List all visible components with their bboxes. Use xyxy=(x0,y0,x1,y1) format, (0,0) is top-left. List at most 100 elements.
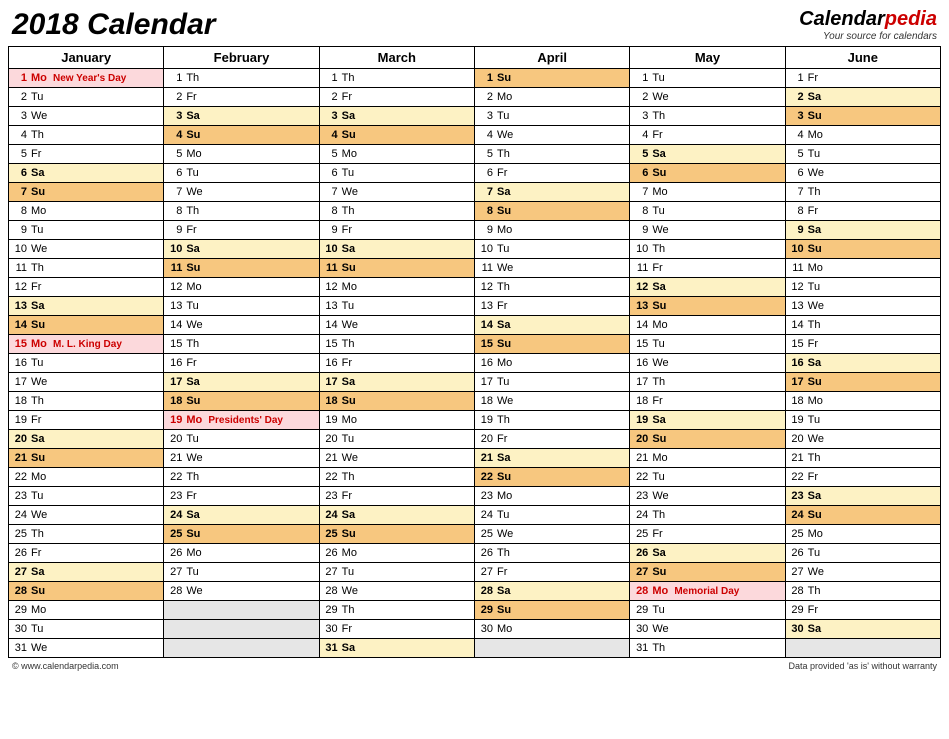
day-dow: Th xyxy=(31,395,53,407)
holiday-label: Presidents' Day xyxy=(208,415,314,426)
day-dow: Fr xyxy=(497,566,519,578)
day-dow: Fr xyxy=(342,490,364,502)
day-cell: 29Tu xyxy=(630,601,785,620)
day-dow: Tu xyxy=(652,338,674,350)
day-dow: Mo xyxy=(186,281,208,293)
day-number: 16 xyxy=(168,357,186,369)
day-dow: Th xyxy=(497,547,519,559)
day-cell: 25Su xyxy=(319,525,474,544)
day-number: 12 xyxy=(634,281,652,293)
day-dow: Fr xyxy=(186,357,208,369)
day-number: 25 xyxy=(13,528,31,540)
day-cell: 10Sa xyxy=(319,240,474,259)
day-number: 9 xyxy=(168,224,186,236)
day-number: 30 xyxy=(634,623,652,635)
day-dow: Sa xyxy=(31,433,53,445)
day-cell: 26Tu xyxy=(785,544,940,563)
day-dow: Fr xyxy=(31,281,53,293)
day-dow: Su xyxy=(31,452,53,464)
day-number: 16 xyxy=(790,357,808,369)
day-number: 15 xyxy=(168,338,186,350)
day-number: 11 xyxy=(790,262,808,274)
day-dow: Mo xyxy=(342,547,364,559)
day-number: 5 xyxy=(479,148,497,160)
day-dow: Sa xyxy=(652,414,674,426)
day-number: 6 xyxy=(324,167,342,179)
day-number: 6 xyxy=(790,167,808,179)
day-number: 23 xyxy=(479,490,497,502)
day-cell: 1Th xyxy=(164,69,319,88)
day-number: 3 xyxy=(324,110,342,122)
footer-left: © www.calendarpedia.com xyxy=(12,661,119,671)
day-dow: Sa xyxy=(342,243,364,255)
day-number: 27 xyxy=(790,566,808,578)
day-cell: 2Tu xyxy=(9,88,164,107)
logo-tagline: Your source for calendars xyxy=(799,31,937,42)
day-dow: Th xyxy=(186,471,208,483)
day-number: 16 xyxy=(324,357,342,369)
day-number: 16 xyxy=(13,357,31,369)
day-number: 22 xyxy=(324,471,342,483)
day-cell: 11Su xyxy=(319,259,474,278)
day-dow: Su xyxy=(342,262,364,274)
day-number: 17 xyxy=(479,376,497,388)
day-cell: 3Tu xyxy=(474,107,629,126)
day-number: 23 xyxy=(13,490,31,502)
day-cell: 11We xyxy=(474,259,629,278)
day-number: 4 xyxy=(790,129,808,141)
day-number: 8 xyxy=(13,205,31,217)
day-dow: Fr xyxy=(31,547,53,559)
day-dow: Su xyxy=(31,186,53,198)
day-number: 27 xyxy=(479,566,497,578)
day-dow: We xyxy=(652,357,674,369)
day-number: 13 xyxy=(168,300,186,312)
day-dow: Su xyxy=(186,262,208,274)
day-dow: Mo xyxy=(652,186,674,198)
day-dow: Th xyxy=(186,72,208,84)
day-cell: 4We xyxy=(474,126,629,145)
day-dow: Th xyxy=(342,338,364,350)
day-dow: Mo xyxy=(652,319,674,331)
day-number: 5 xyxy=(168,148,186,160)
day-cell: 28We xyxy=(164,582,319,601)
day-cell: 7We xyxy=(319,183,474,202)
day-number: 7 xyxy=(13,186,31,198)
day-number: 24 xyxy=(634,509,652,521)
day-cell: 24Su xyxy=(785,506,940,525)
day-dow: We xyxy=(31,509,53,521)
day-cell xyxy=(164,639,319,658)
day-number: 6 xyxy=(13,167,31,179)
day-dow: We xyxy=(31,243,53,255)
day-cell: 27Fr xyxy=(474,563,629,582)
day-dow: Sa xyxy=(497,452,519,464)
day-dow: Su xyxy=(186,528,208,540)
day-cell: 21We xyxy=(319,449,474,468)
day-cell: 18Su xyxy=(164,392,319,411)
day-cell: 16Fr xyxy=(319,354,474,373)
day-number: 9 xyxy=(479,224,497,236)
day-dow: Fr xyxy=(342,91,364,103)
day-dow: Th xyxy=(652,110,674,122)
day-dow: Su xyxy=(808,509,830,521)
day-cell: 16Sa xyxy=(785,354,940,373)
day-number: 7 xyxy=(479,186,497,198)
day-number: 8 xyxy=(790,205,808,217)
day-cell: 23We xyxy=(630,487,785,506)
day-cell: 25We xyxy=(474,525,629,544)
day-cell: 10Tu xyxy=(474,240,629,259)
day-number: 11 xyxy=(168,262,186,274)
day-dow: Th xyxy=(808,186,830,198)
day-dow: Sa xyxy=(186,243,208,255)
day-number: 25 xyxy=(790,528,808,540)
day-cell: 31Th xyxy=(630,639,785,658)
day-number: 27 xyxy=(13,566,31,578)
day-cell: 13Tu xyxy=(164,297,319,316)
day-cell: 6Sa xyxy=(9,164,164,183)
day-number: 14 xyxy=(168,319,186,331)
day-number: 18 xyxy=(790,395,808,407)
holiday-label: M. L. King Day xyxy=(53,339,159,350)
day-number: 19 xyxy=(790,414,808,426)
day-cell: 24Tu xyxy=(474,506,629,525)
day-dow: We xyxy=(808,167,830,179)
day-cell: 23Tu xyxy=(9,487,164,506)
